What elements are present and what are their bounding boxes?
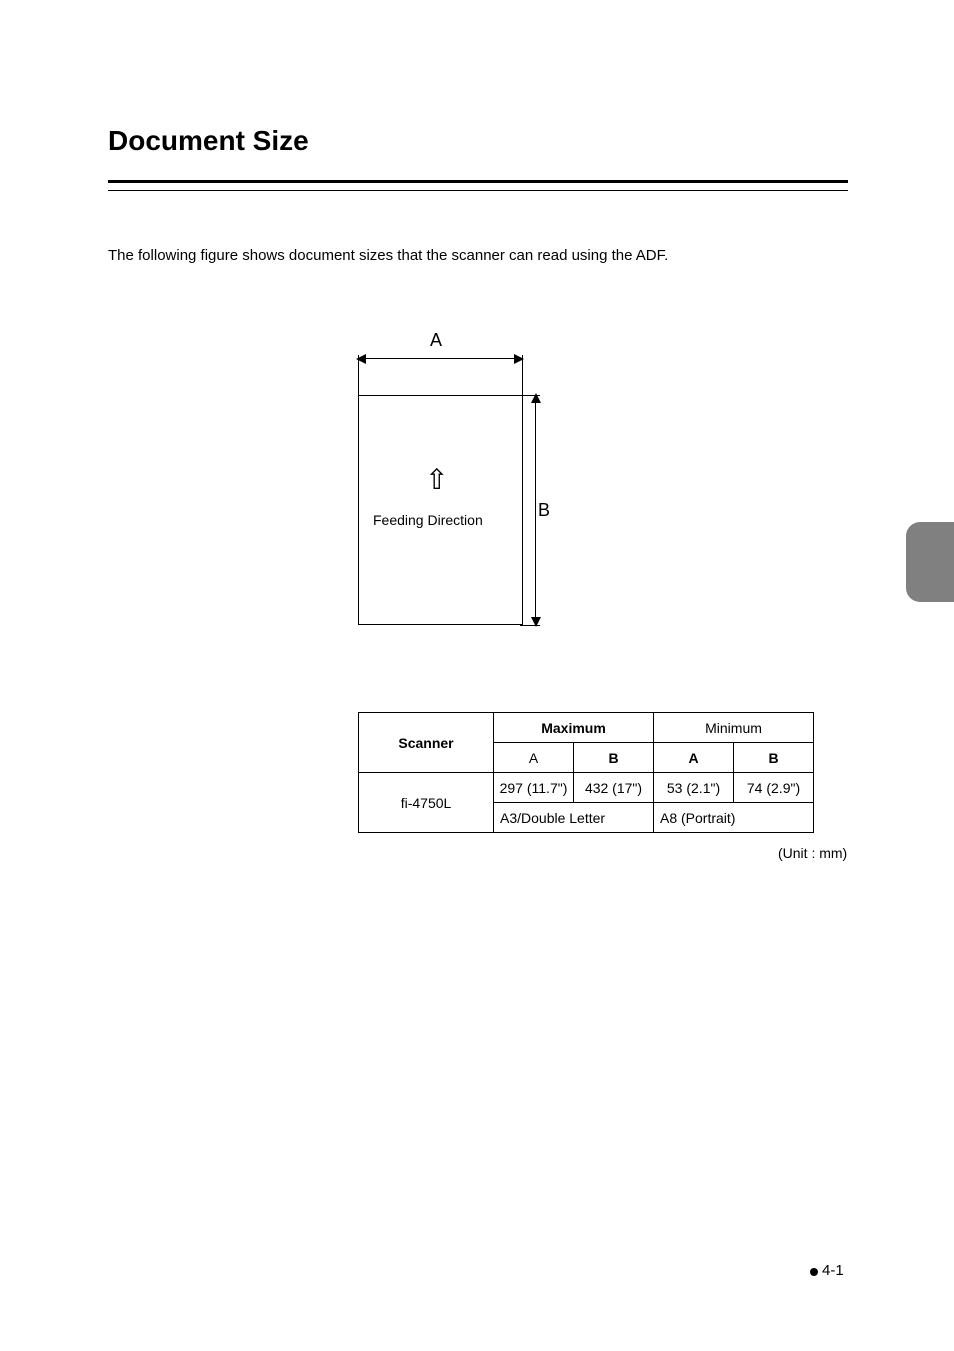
header-maximum: Maximum bbox=[494, 713, 654, 743]
title-rule-thin bbox=[108, 190, 848, 191]
dimension-a-tick-right bbox=[522, 355, 523, 395]
cell-min-b: 74 (2.9") bbox=[734, 773, 814, 803]
cell-max-b: 432 (17") bbox=[574, 773, 654, 803]
size-table: Scanner Maximum Minimum A B A B fi-4750L… bbox=[358, 712, 814, 833]
cell-min-name: A8 (Portrait) bbox=[654, 803, 814, 833]
header-scanner: Scanner bbox=[359, 713, 494, 773]
dimension-b-tick-bottom bbox=[520, 625, 540, 626]
document-size-figure: A ⇧ Feeding Direction B bbox=[340, 330, 540, 640]
page-title: Document Size bbox=[108, 125, 309, 157]
page-number: 4-1 bbox=[822, 1262, 844, 1279]
feeding-direction-label: Feeding Direction bbox=[373, 512, 483, 528]
header-min-b: B bbox=[734, 743, 814, 773]
unit-label: (Unit : mm) bbox=[778, 845, 847, 861]
dimension-a-line bbox=[358, 358, 522, 359]
cell-max-name: A3/Double Letter bbox=[494, 803, 654, 833]
cell-max-a: 297 (11.7") bbox=[494, 773, 574, 803]
footer-bullet-icon bbox=[810, 1268, 818, 1276]
header-min-a: A bbox=[654, 743, 734, 773]
dimension-a-label: A bbox=[430, 330, 442, 351]
dimension-b-line bbox=[535, 395, 536, 625]
dimension-b-tick-top bbox=[520, 395, 540, 396]
dimension-b-label: B bbox=[538, 500, 550, 521]
feed-arrow-icon: ⇧ bbox=[425, 466, 448, 494]
title-rule-thick bbox=[108, 180, 848, 183]
header-max-b: B bbox=[574, 743, 654, 773]
header-minimum: Minimum bbox=[654, 713, 814, 743]
page-side-tab bbox=[906, 522, 954, 602]
dimension-a-tick-left bbox=[358, 355, 359, 395]
cell-scanner: fi-4750L bbox=[359, 773, 494, 833]
header-max-a: A bbox=[494, 743, 574, 773]
document-rectangle: ⇧ Feeding Direction bbox=[358, 395, 523, 625]
cell-min-a: 53 (2.1") bbox=[654, 773, 734, 803]
intro-text: The following figure shows document size… bbox=[108, 247, 668, 264]
